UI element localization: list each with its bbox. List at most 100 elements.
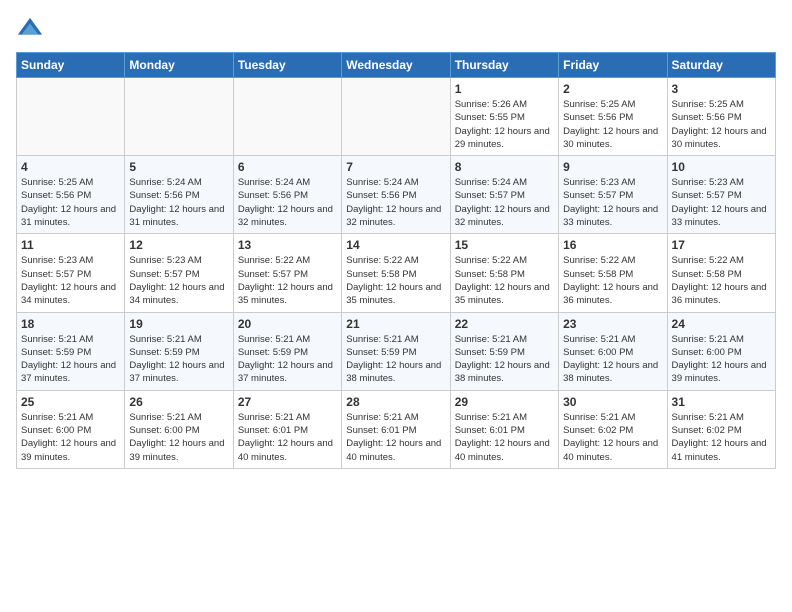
day-number: 27	[238, 395, 337, 409]
day-number: 31	[672, 395, 771, 409]
day-info: Sunrise: 5:21 AM Sunset: 6:01 PM Dayligh…	[238, 411, 337, 464]
day-number: 9	[563, 160, 662, 174]
weekday-header: Wednesday	[342, 53, 450, 78]
calendar-body: 1 Sunrise: 5:26 AM Sunset: 5:55 PM Daylig…	[17, 78, 776, 469]
calendar-header: SundayMondayTuesdayWednesdayThursdayFrid…	[17, 53, 776, 78]
calendar-day-cell: 31 Sunrise: 5:21 AM Sunset: 6:02 PM Dayli…	[667, 390, 775, 468]
calendar-day-cell: 7Sunrise: 5:24 AM Sunset: 5:56 PM Daylig…	[342, 156, 450, 234]
day-info: Sunrise: 5:23 AM Sunset: 5:57 PM Dayligh…	[672, 176, 771, 229]
weekday-header: Saturday	[667, 53, 775, 78]
day-number: 3	[672, 82, 771, 96]
calendar-day-cell: 15 Sunrise: 5:22 AM Sunset: 5:58 PM Dayli…	[450, 234, 558, 312]
day-info: Sunrise: 5:21 AM Sunset: 6:01 PM Dayligh…	[346, 411, 445, 464]
calendar-week-row: 18 Sunrise: 5:21 AM Sunset: 5:59 PM Dayli…	[17, 312, 776, 390]
day-info: Sunrise: 5:22 AM Sunset: 5:57 PM Dayligh…	[238, 254, 337, 307]
day-number: 10	[672, 160, 771, 174]
calendar-day-cell: 26 Sunrise: 5:21 AM Sunset: 6:00 PM Dayli…	[125, 390, 233, 468]
day-number: 15	[455, 238, 554, 252]
logo	[16, 16, 48, 44]
calendar-day-cell	[233, 78, 341, 156]
calendar-day-cell: 21Sunrise: 5:21 AM Sunset: 5:59 PM Dayli…	[342, 312, 450, 390]
calendar-day-cell: 6Sunrise: 5:24 AM Sunset: 5:56 PM Daylig…	[233, 156, 341, 234]
calendar-day-cell	[125, 78, 233, 156]
day-info: Sunrise: 5:21 AM Sunset: 5:59 PM Dayligh…	[21, 333, 120, 386]
calendar-day-cell: 30 Sunrise: 5:21 AM Sunset: 6:02 PM Dayli…	[559, 390, 667, 468]
calendar-day-cell: 24 Sunrise: 5:21 AM Sunset: 6:00 PM Dayli…	[667, 312, 775, 390]
day-number: 24	[672, 317, 771, 331]
day-info: Sunrise: 5:24 AM Sunset: 5:57 PM Dayligh…	[455, 176, 554, 229]
day-info: Sunrise: 5:21 AM Sunset: 6:02 PM Dayligh…	[672, 411, 771, 464]
weekday-header: Monday	[125, 53, 233, 78]
day-info: Sunrise: 5:26 AM Sunset: 5:55 PM Dayligh…	[455, 98, 554, 151]
day-number: 2	[563, 82, 662, 96]
day-number: 25	[21, 395, 120, 409]
day-info: Sunrise: 5:25 AM Sunset: 5:56 PM Dayligh…	[563, 98, 662, 151]
day-info: Sunrise: 5:21 AM Sunset: 5:59 PM Dayligh…	[129, 333, 228, 386]
calendar-week-row: 25 Sunrise: 5:21 AM Sunset: 6:00 PM Dayli…	[17, 390, 776, 468]
calendar-day-cell: 3 Sunrise: 5:25 AM Sunset: 5:56 PM Daylig…	[667, 78, 775, 156]
day-number: 19	[129, 317, 228, 331]
calendar-day-cell: 5Sunrise: 5:24 AM Sunset: 5:56 PM Daylig…	[125, 156, 233, 234]
day-info: Sunrise: 5:21 AM Sunset: 6:02 PM Dayligh…	[563, 411, 662, 464]
page-header	[16, 16, 776, 44]
calendar-day-cell: 9Sunrise: 5:23 AM Sunset: 5:57 PM Daylig…	[559, 156, 667, 234]
calendar-week-row: 4 Sunrise: 5:25 AM Sunset: 5:56 PM Daylig…	[17, 156, 776, 234]
day-info: Sunrise: 5:21 AM Sunset: 5:59 PM Dayligh…	[455, 333, 554, 386]
calendar-day-cell: 10 Sunrise: 5:23 AM Sunset: 5:57 PM Dayli…	[667, 156, 775, 234]
calendar-day-cell: 4 Sunrise: 5:25 AM Sunset: 5:56 PM Daylig…	[17, 156, 125, 234]
day-number: 18	[21, 317, 120, 331]
day-number: 22	[455, 317, 554, 331]
calendar-day-cell: 16 Sunrise: 5:22 AM Sunset: 5:58 PM Dayli…	[559, 234, 667, 312]
calendar-day-cell: 12 Sunrise: 5:23 AM Sunset: 5:57 PM Dayli…	[125, 234, 233, 312]
day-info: Sunrise: 5:25 AM Sunset: 5:56 PM Dayligh…	[672, 98, 771, 151]
day-info: Sunrise: 5:24 AM Sunset: 5:56 PM Dayligh…	[346, 176, 445, 229]
day-number: 28	[346, 395, 445, 409]
calendar-day-cell: 17Sunrise: 5:22 AM Sunset: 5:58 PM Dayli…	[667, 234, 775, 312]
day-info: Sunrise: 5:21 AM Sunset: 6:00 PM Dayligh…	[672, 333, 771, 386]
day-number: 16	[563, 238, 662, 252]
day-number: 14	[346, 238, 445, 252]
weekday-header: Sunday	[17, 53, 125, 78]
calendar-table: SundayMondayTuesdayWednesdayThursdayFrid…	[16, 52, 776, 469]
calendar-day-cell	[342, 78, 450, 156]
day-number: 8	[455, 160, 554, 174]
day-info: Sunrise: 5:22 AM Sunset: 5:58 PM Dayligh…	[455, 254, 554, 307]
calendar-day-cell: 22 Sunrise: 5:21 AM Sunset: 5:59 PM Dayli…	[450, 312, 558, 390]
day-number: 5	[129, 160, 228, 174]
weekday-header: Thursday	[450, 53, 558, 78]
day-number: 4	[21, 160, 120, 174]
day-info: Sunrise: 5:22 AM Sunset: 5:58 PM Dayligh…	[563, 254, 662, 307]
calendar-day-cell: 20 Sunrise: 5:21 AM Sunset: 5:59 PM Dayli…	[233, 312, 341, 390]
day-number: 11	[21, 238, 120, 252]
day-info: Sunrise: 5:24 AM Sunset: 5:56 PM Dayligh…	[238, 176, 337, 229]
calendar-day-cell: 19 Sunrise: 5:21 AM Sunset: 5:59 PM Dayli…	[125, 312, 233, 390]
day-number: 26	[129, 395, 228, 409]
calendar-day-cell: 29Sunrise: 5:21 AM Sunset: 6:01 PM Dayli…	[450, 390, 558, 468]
weekday-header: Tuesday	[233, 53, 341, 78]
day-number: 1	[455, 82, 554, 96]
day-number: 12	[129, 238, 228, 252]
day-number: 21	[346, 317, 445, 331]
day-info: Sunrise: 5:25 AM Sunset: 5:56 PM Dayligh…	[21, 176, 120, 229]
day-info: Sunrise: 5:21 AM Sunset: 5:59 PM Dayligh…	[238, 333, 337, 386]
day-info: Sunrise: 5:21 AM Sunset: 6:01 PM Dayligh…	[455, 411, 554, 464]
day-info: Sunrise: 5:21 AM Sunset: 6:00 PM Dayligh…	[21, 411, 120, 464]
calendar-day-cell: 18 Sunrise: 5:21 AM Sunset: 5:59 PM Dayli…	[17, 312, 125, 390]
day-number: 30	[563, 395, 662, 409]
weekday-header: Friday	[559, 53, 667, 78]
calendar-week-row: 1 Sunrise: 5:26 AM Sunset: 5:55 PM Daylig…	[17, 78, 776, 156]
calendar-day-cell: 27 Sunrise: 5:21 AM Sunset: 6:01 PM Dayli…	[233, 390, 341, 468]
day-info: Sunrise: 5:22 AM Sunset: 5:58 PM Dayligh…	[346, 254, 445, 307]
calendar-day-cell: 23 Sunrise: 5:21 AM Sunset: 6:00 PM Dayli…	[559, 312, 667, 390]
calendar-week-row: 11 Sunrise: 5:23 AM Sunset: 5:57 PM Dayli…	[17, 234, 776, 312]
calendar-day-cell: 1 Sunrise: 5:26 AM Sunset: 5:55 PM Daylig…	[450, 78, 558, 156]
day-number: 23	[563, 317, 662, 331]
day-info: Sunrise: 5:23 AM Sunset: 5:57 PM Dayligh…	[129, 254, 228, 307]
day-number: 17	[672, 238, 771, 252]
calendar-day-cell: 2 Sunrise: 5:25 AM Sunset: 5:56 PM Daylig…	[559, 78, 667, 156]
day-info: Sunrise: 5:21 AM Sunset: 6:00 PM Dayligh…	[129, 411, 228, 464]
day-number: 20	[238, 317, 337, 331]
day-info: Sunrise: 5:23 AM Sunset: 5:57 PM Dayligh…	[21, 254, 120, 307]
day-info: Sunrise: 5:21 AM Sunset: 6:00 PM Dayligh…	[563, 333, 662, 386]
day-number: 13	[238, 238, 337, 252]
